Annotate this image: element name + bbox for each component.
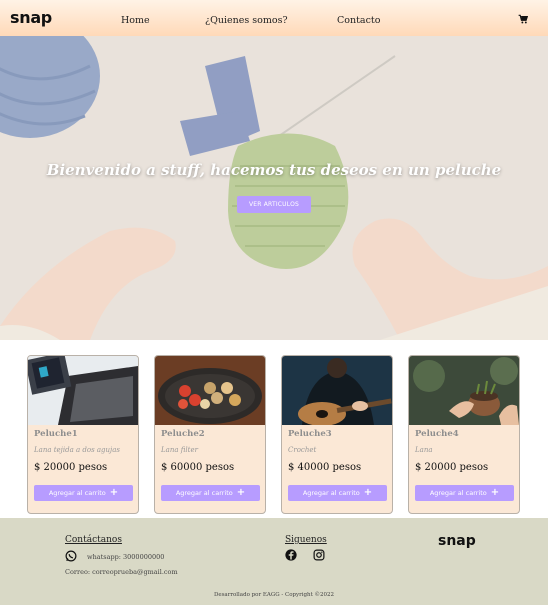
view-articles-button[interactable]: VER ARTICULOS: [237, 196, 311, 213]
contact-heading: Contáctanos: [65, 535, 122, 545]
plus-icon: +: [363, 487, 373, 498]
add-to-cart-button[interactable]: Agregar al carrito +: [288, 485, 387, 501]
product-card: Peluche4 Lana $ 20000 pesos Agregar al c…: [408, 355, 520, 514]
product-price: $ 40000 pesos: [288, 462, 362, 473]
add-to-cart-label: Agregar al carrito: [48, 489, 106, 497]
hero-title: Bienvenido a stuff, hacemos tus deseos e…: [46, 161, 502, 179]
instagram-icon[interactable]: [313, 549, 325, 561]
cart-icon[interactable]: [518, 14, 528, 24]
product-title: Peluche1: [34, 429, 78, 439]
product-description: Crochet: [288, 446, 317, 454]
product-image: [282, 356, 392, 425]
product-description: Lana: [415, 446, 433, 454]
product-title: Peluche2: [161, 429, 205, 439]
product-description: Lana tejida a dos agujas: [34, 446, 120, 454]
whatsapp-number: whatsapp: 3000000000: [87, 553, 165, 561]
facebook-icon[interactable]: [285, 549, 297, 561]
plus-icon: +: [490, 487, 500, 498]
product-image: [155, 356, 265, 425]
product-price: $ 20000 pesos: [34, 462, 108, 473]
brand-logo[interactable]: snap: [10, 8, 52, 27]
navbar: snap Home ¿Quienes somos? Contacto: [0, 0, 548, 36]
product-title: Peluche3: [288, 429, 332, 439]
footer: Contáctanos whatsapp: 3000000000 Correo:…: [0, 518, 548, 605]
nav-link-about[interactable]: ¿Quienes somos?: [205, 15, 288, 26]
product-card: Peluche3 Crochet $ 40000 pesos Agregar a…: [281, 355, 393, 514]
product-description: Lana filter: [161, 446, 198, 454]
add-to-cart-button[interactable]: Agregar al carrito +: [161, 485, 260, 501]
add-to-cart-button[interactable]: Agregar al carrito +: [34, 485, 133, 501]
contact-email: Correo: correoprueba@gmail.com: [65, 568, 178, 576]
plus-icon: +: [236, 487, 246, 498]
hero-overlay: [0, 36, 548, 340]
hero-banner: Bienvenido a stuff, hacemos tus deseos e…: [0, 36, 548, 340]
nav-link-contact[interactable]: Contacto: [337, 15, 380, 26]
product-title: Peluche4: [415, 429, 459, 439]
add-to-cart-label: Agregar al carrito: [429, 489, 487, 497]
whatsapp-icon[interactable]: [65, 550, 77, 562]
product-card: Peluche1 Lana tejida a dos agujas $ 2000…: [27, 355, 139, 514]
product-card: Peluche2 Lana filter $ 60000 pesos Agreg…: [154, 355, 266, 514]
add-to-cart-button[interactable]: Agregar al carrito +: [415, 485, 514, 501]
follow-heading: Siguenos: [285, 535, 327, 545]
product-image: [409, 356, 519, 425]
product-image: [28, 356, 138, 425]
add-to-cart-label: Agregar al carrito: [175, 489, 233, 497]
add-to-cart-label: Agregar al carrito: [302, 489, 360, 497]
plus-icon: +: [109, 487, 119, 498]
copyright-text: Desarrollado por EAGG - Copyright ©2022: [213, 592, 335, 598]
product-price: $ 20000 pesos: [415, 462, 489, 473]
footer-brand-logo[interactable]: snap: [438, 533, 476, 549]
product-price: $ 60000 pesos: [161, 462, 235, 473]
nav-link-home[interactable]: Home: [121, 15, 150, 26]
